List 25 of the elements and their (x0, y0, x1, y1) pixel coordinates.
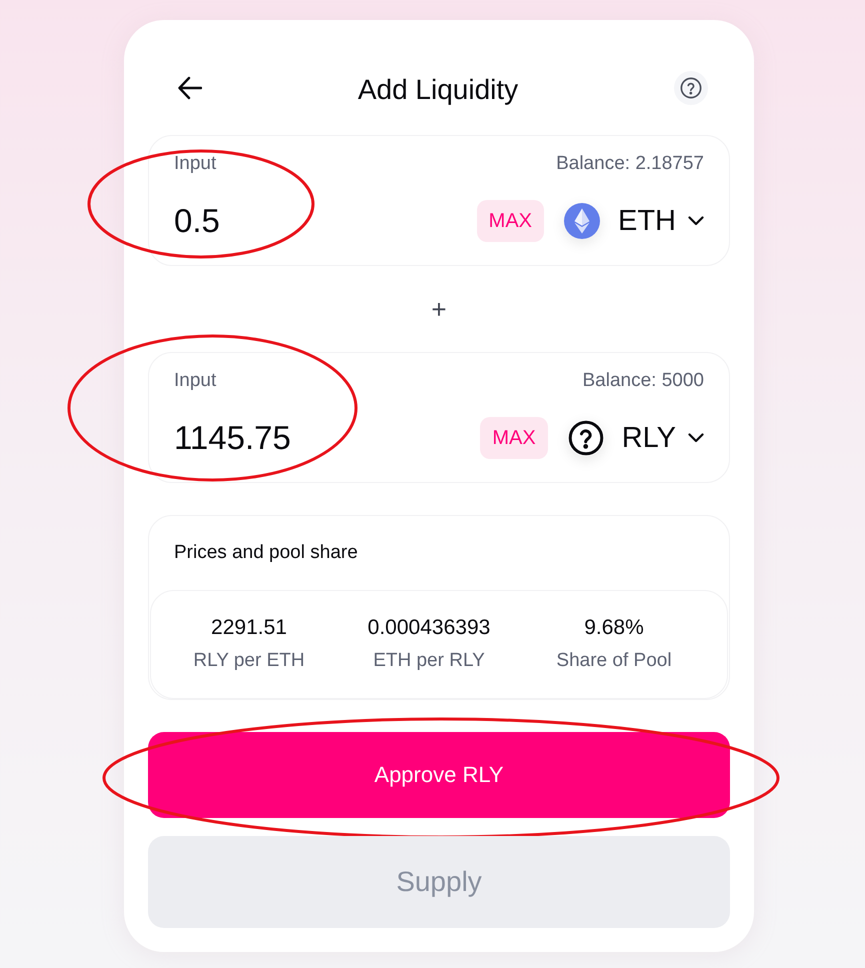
question-circle-icon (568, 420, 604, 456)
stat-label: RLY per ETH (193, 650, 305, 672)
stat-value: 9.68% (584, 616, 644, 640)
input-label: Input (174, 370, 216, 392)
stat-value: 0.000436393 (368, 616, 490, 640)
balance-text: Balance: 2.18757 (556, 153, 704, 175)
chevron-down-icon (688, 433, 704, 443)
balance-text: Balance: 5000 (582, 370, 704, 392)
chevron-down-icon (688, 216, 704, 226)
ethereum-icon (564, 203, 600, 239)
stat-label: ETH per RLY (373, 650, 485, 672)
stat-value: 2291.51 (211, 616, 287, 640)
prices-title: Prices and pool share (174, 542, 358, 564)
token-select-button[interactable]: ETH (564, 203, 704, 239)
back-arrow-icon[interactable] (178, 76, 202, 100)
token-select-button[interactable]: RLY (568, 420, 704, 456)
page-title: Add Liquidity (358, 73, 518, 107)
stat-label: Share of Pool (556, 650, 672, 672)
approve-button[interactable]: Approve RLY (148, 732, 730, 818)
amount-input[interactable]: 0.5 (174, 201, 374, 241)
help-icon (680, 77, 702, 99)
amount-input[interactable]: 1145.75 (174, 418, 374, 458)
help-button[interactable] (674, 71, 708, 105)
plus-sign: + (431, 294, 447, 324)
input-label: Input (174, 153, 216, 175)
